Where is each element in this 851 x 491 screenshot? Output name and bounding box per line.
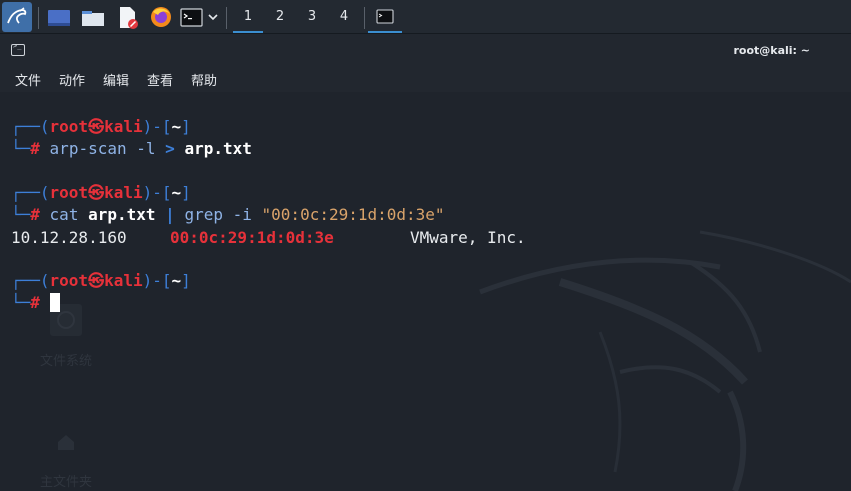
output-vendor: VMware, Inc. (410, 228, 526, 247)
output-line: 10.12.28.160 (11, 228, 127, 247)
prompt-line: ┌──(root㉿kali)-[~] (11, 117, 191, 136)
panel-separator (38, 7, 39, 29)
menu-action[interactable]: 动作 (59, 70, 85, 89)
taskbar-terminal-window[interactable] (368, 0, 402, 34)
menu-help[interactable]: 帮助 (191, 70, 217, 89)
firefox-icon[interactable] (148, 4, 174, 30)
file-manager-icon[interactable] (80, 4, 106, 30)
menu-edit[interactable]: 编辑 (103, 70, 129, 89)
panel-separator (364, 7, 365, 29)
terminal-area[interactable]: 文件系统 主文件夹 ┌──(root㉿kali)-[~] └─# arp-sca… (0, 92, 851, 491)
workspace-3[interactable]: 3 (297, 0, 327, 34)
output-mac: 00:0c:29:1d:0d:3e (170, 228, 334, 247)
text-cursor (49, 293, 60, 312)
prompt-line: ┌──(root㉿kali)-[~] (11, 271, 191, 290)
window-title: root@kali: ~ (733, 44, 810, 57)
workspace-2[interactable]: 2 (265, 0, 295, 34)
command-line: └─# cat arp.txt | grep -i "00:0c:29:1d:0… (11, 205, 445, 224)
terminal-launcher-icon[interactable] (180, 4, 206, 30)
menu-file[interactable]: 文件 (15, 70, 41, 89)
workspace-4[interactable]: 4 (329, 0, 359, 34)
window-titlebar[interactable]: root@kali: ~ (0, 34, 851, 64)
command-line: └─# arp-scan -l > arp.txt (11, 139, 252, 158)
desktop-home-label: 主文件夹 (40, 475, 93, 490)
chevron-down-icon[interactable] (206, 4, 220, 30)
show-desktop-icon[interactable] (46, 4, 72, 30)
kali-dragon-icon (7, 7, 27, 24)
panel-separator (226, 7, 227, 29)
top-panel: 1 2 3 4 (0, 0, 851, 34)
menu-view[interactable]: 查看 (147, 70, 173, 89)
kali-menu-button[interactable] (2, 2, 32, 32)
prompt-line: ┌──(root㉿kali)-[~] (11, 183, 191, 202)
home-folder-icon (58, 435, 74, 450)
terminal-icon (376, 9, 394, 24)
workspace-1[interactable]: 1 (233, 0, 263, 34)
desktop-filesystem-label: 文件系统 (40, 354, 93, 369)
command-line[interactable]: └─# (11, 293, 60, 313)
terminal-icon (11, 42, 25, 56)
text-editor-icon[interactable] (114, 4, 140, 30)
menu-bar: 文件 动作 编辑 查看 帮助 (0, 64, 851, 92)
